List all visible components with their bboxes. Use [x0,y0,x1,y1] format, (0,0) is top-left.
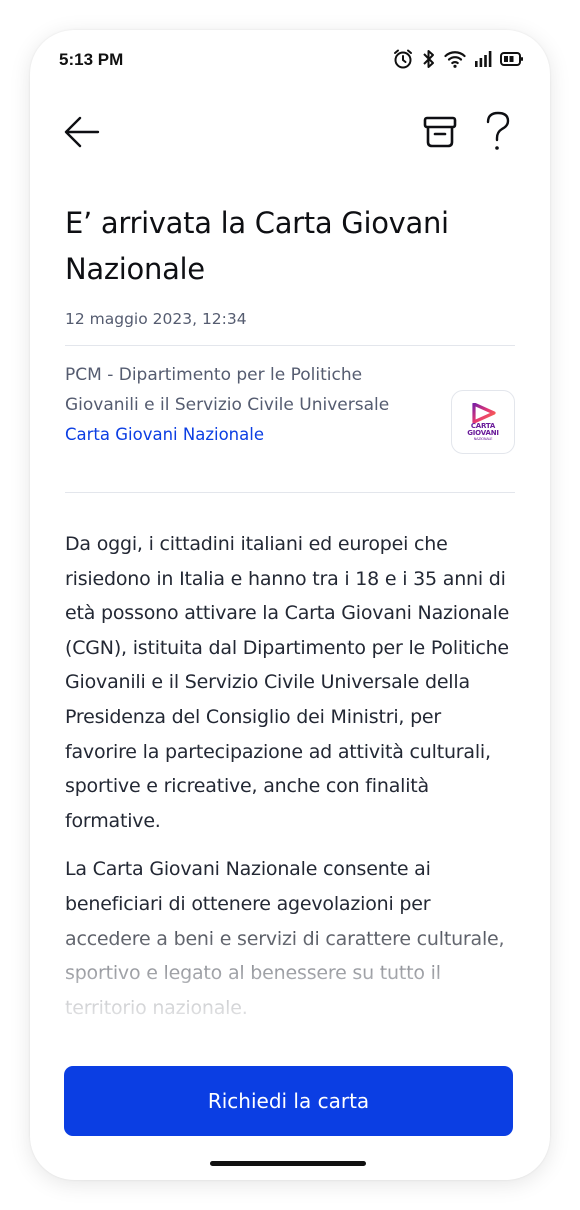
back-arrow-icon [64,116,100,148]
status-bar: 5:13 PM [30,30,550,92]
archive-button[interactable] [420,112,460,152]
logo-line-2: GIOVANI [467,428,499,437]
wifi-icon [444,51,466,68]
body-paragraph: Puoi attivare la Carta Giovani tramite I… [65,1045,438,1067]
bluetooth-icon [423,50,434,68]
message-title: E’ arrivata la Carta Giovani Nazionale [65,206,449,286]
service-logo[interactable]: CARTA GIOVANI NAZIONALE [451,390,515,454]
sender-block: PCM - Dipartimento per le Politiche Giov… [65,346,515,492]
phone-screen: 5:13 PM E’ arrivata la Carta Giovani Naz… [30,30,550,1180]
message-content: E’ arrivata la Carta Giovani Nazionale 1… [65,200,515,1067]
divider [65,492,515,493]
back-button[interactable] [62,112,102,152]
body-paragraph: Da oggi, i cittadini italiani ed europei… [65,533,510,832]
app-bar [30,102,550,162]
message-date: 12 maggio 2023, 12:34 [65,310,247,328]
home-indicator[interactable] [210,1161,366,1166]
battery-icon [500,52,523,66]
cgn-play-icon [472,402,496,423]
request-card-button[interactable]: Richiedi la carta [64,1066,513,1136]
sender-organization: PCM - Dipartimento per le Politiche Giov… [65,365,390,415]
help-icon [486,111,510,150]
status-time: 5:13 PM [59,50,124,69]
message-body: Da oggi, i cittadini italiani ed europei… [65,527,515,1067]
body-paragraph: La Carta Giovani Nazionale consente ai b… [65,858,505,1019]
logo-line-3: NAZIONALE [473,436,493,441]
alarm-icon [394,49,412,69]
archive-icon [423,116,457,148]
sender-service-link[interactable]: Carta Giovani Nazionale [65,420,264,450]
signal-icon [475,51,492,67]
help-button[interactable] [480,110,516,154]
status-icons [392,48,524,70]
